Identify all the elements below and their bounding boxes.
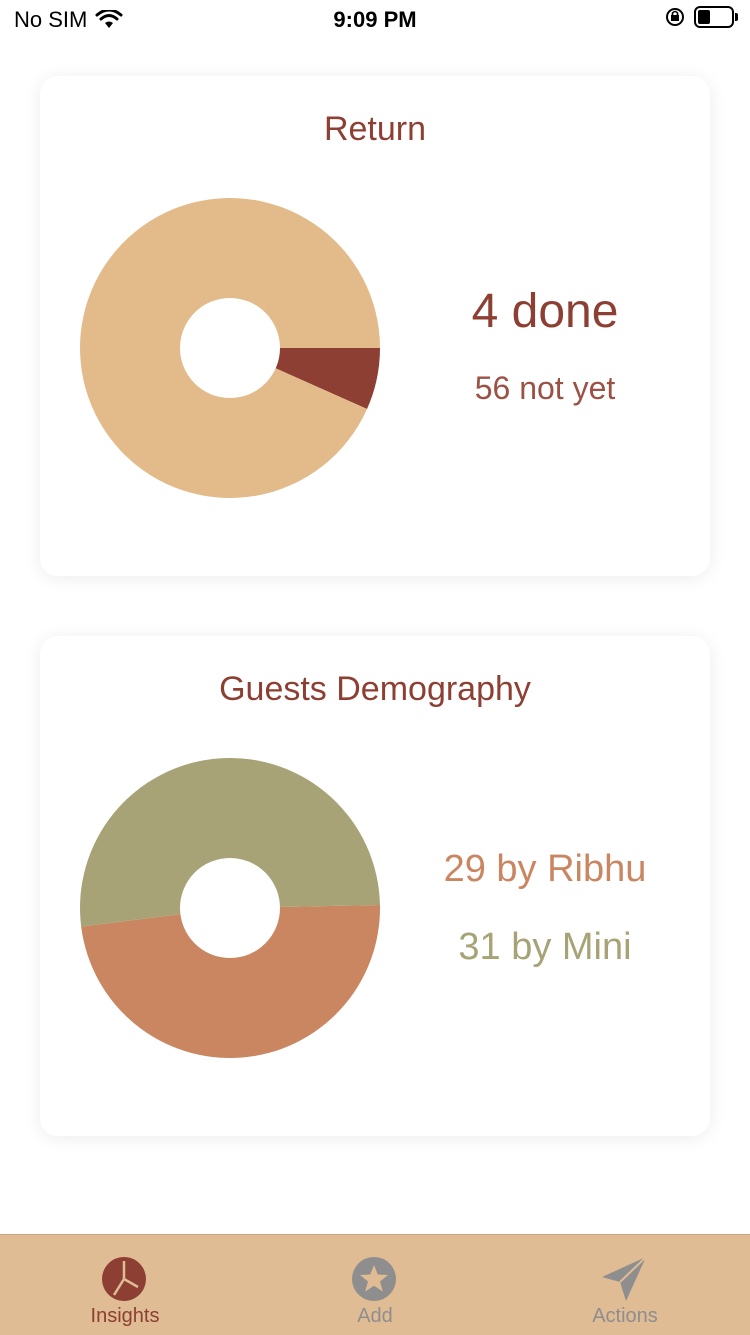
tab-actions-label: Actions <box>592 1305 658 1327</box>
status-bar: No SIM 9:09 PM <box>0 0 750 40</box>
tab-insights-label: Insights <box>90 1305 160 1327</box>
send-icon <box>602 1256 647 1301</box>
tab-add-label: Add <box>357 1305 393 1327</box>
return-donut-chart <box>80 198 380 498</box>
return-not-yet-count: 56 not yet <box>474 370 616 406</box>
guests-demography-title: Guests Demography <box>219 670 531 708</box>
star-icon <box>352 1257 396 1301</box>
tab-add[interactable]: Add <box>250 1235 500 1335</box>
guests-by-ribhu: 29 by Ribhu <box>443 848 647 890</box>
guests-demography-donut-chart <box>80 758 380 1058</box>
battery-icon <box>694 6 734 28</box>
pie-chart-icon <box>102 1257 146 1301</box>
return-done-count: 4 done <box>471 285 619 338</box>
tab-insights[interactable]: Insights <box>0 1235 250 1335</box>
guests-by-mini: 31 by Mini <box>458 926 632 968</box>
tab-actions[interactable]: Actions <box>500 1235 750 1335</box>
return-title: Return <box>323 110 427 148</box>
tab-bar: Insights Add Actions <box>0 1234 750 1335</box>
status-right <box>664 6 738 28</box>
clock: 9:09 PM <box>333 7 417 32</box>
donut-hole <box>180 858 280 958</box>
guests-demography-card: Guests Demography 29 by Ribhu 31 by Mini <box>40 636 710 1136</box>
return-card: Return 4 done 56 not yet <box>40 76 710 576</box>
orientation-lock-icon <box>666 8 684 26</box>
donut-hole <box>180 298 280 398</box>
